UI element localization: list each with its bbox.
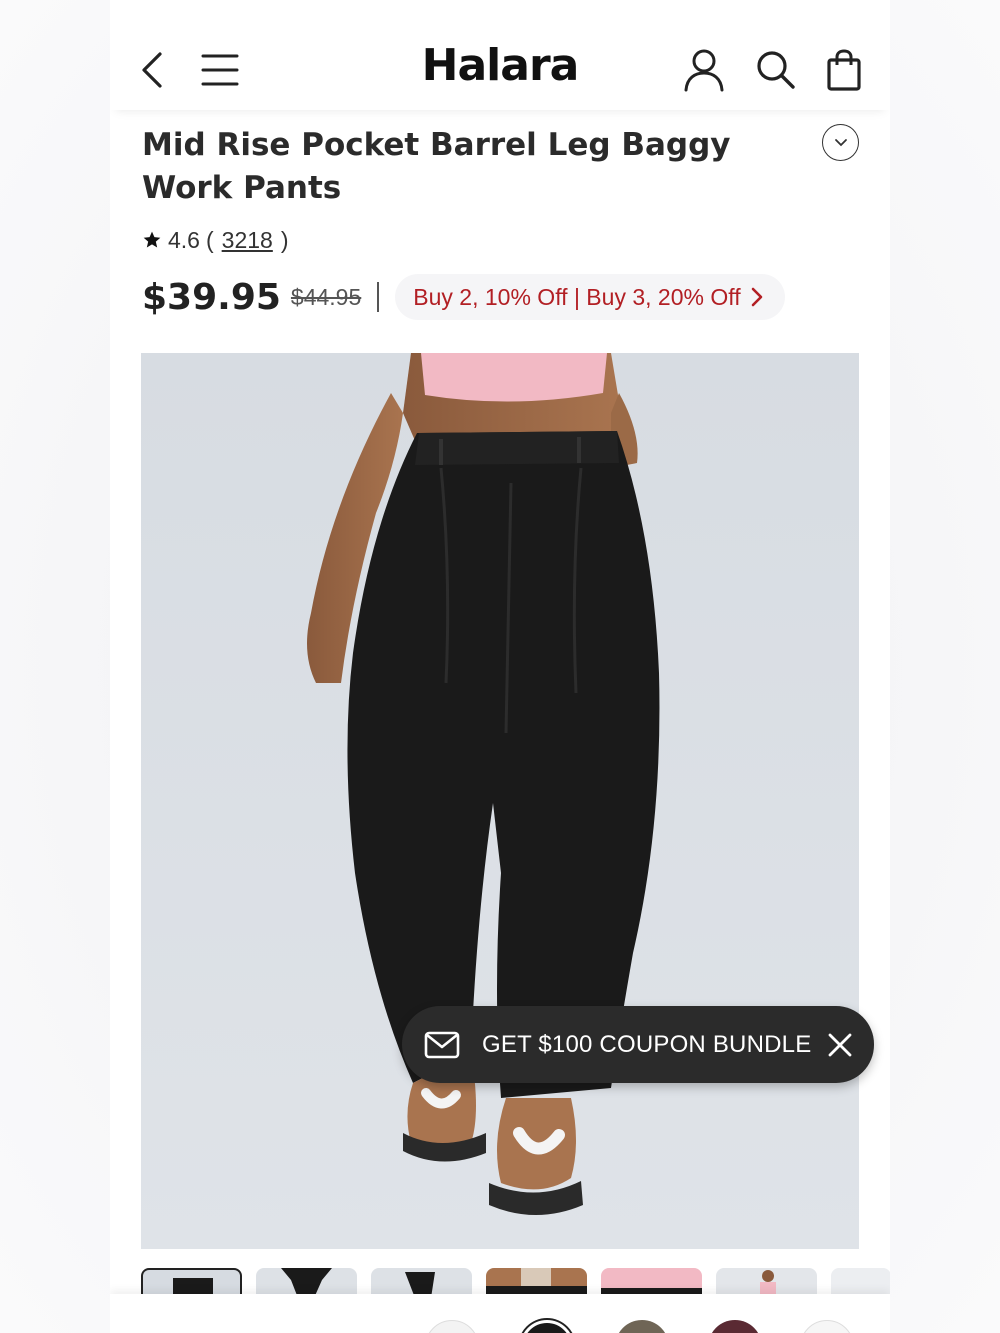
promo-label: Buy 2, 10% Off | Buy 3, 20% Off <box>413 283 741 310</box>
account-icon[interactable] <box>680 46 728 94</box>
app-screen: Halara Mid Rise Pocket Barrel Leg Baggy … <box>110 0 890 1333</box>
chevron-down-icon <box>834 138 848 148</box>
search-icon[interactable] <box>752 46 800 94</box>
star-icon <box>142 230 162 250</box>
sale-price: $39.95 <box>142 276 281 318</box>
rating-paren-close: ) <box>280 226 289 253</box>
rating-paren-open: ( <box>205 226 214 253</box>
product-main-image[interactable] <box>141 353 859 1249</box>
top-navigation-bar: Halara <box>110 0 890 110</box>
original-price: $44.95 <box>290 283 362 310</box>
product-title: Mid Rise Pocket Barrel Leg Baggy Work Pa… <box>142 127 731 206</box>
review-count-link[interactable]: 3218 <box>222 227 273 254</box>
bundle-promo-button[interactable]: Buy 2, 10% Off | Buy 3, 20% Off <box>395 274 785 320</box>
price-row: $39.95 $44.95 Buy 2, 10% Off | Buy 3, 20… <box>142 272 785 322</box>
shopping-bag-icon[interactable] <box>820 46 868 94</box>
product-rating: 4.6 ( 3218 ) <box>142 224 289 256</box>
expand-details-button[interactable] <box>822 124 859 161</box>
close-icon[interactable] <box>827 1032 853 1058</box>
mail-icon <box>424 1031 460 1059</box>
rating-value: 4.6 <box>168 226 200 253</box>
price-divider <box>377 282 380 312</box>
chevron-right-icon <box>751 287 763 307</box>
coupon-banner-label: GET $100 COUPON BUNDLE <box>482 1030 812 1058</box>
color-swatch-bar <box>110 1294 890 1333</box>
coupon-bundle-banner[interactable]: GET $100 COUPON BUNDLE <box>402 1006 874 1083</box>
